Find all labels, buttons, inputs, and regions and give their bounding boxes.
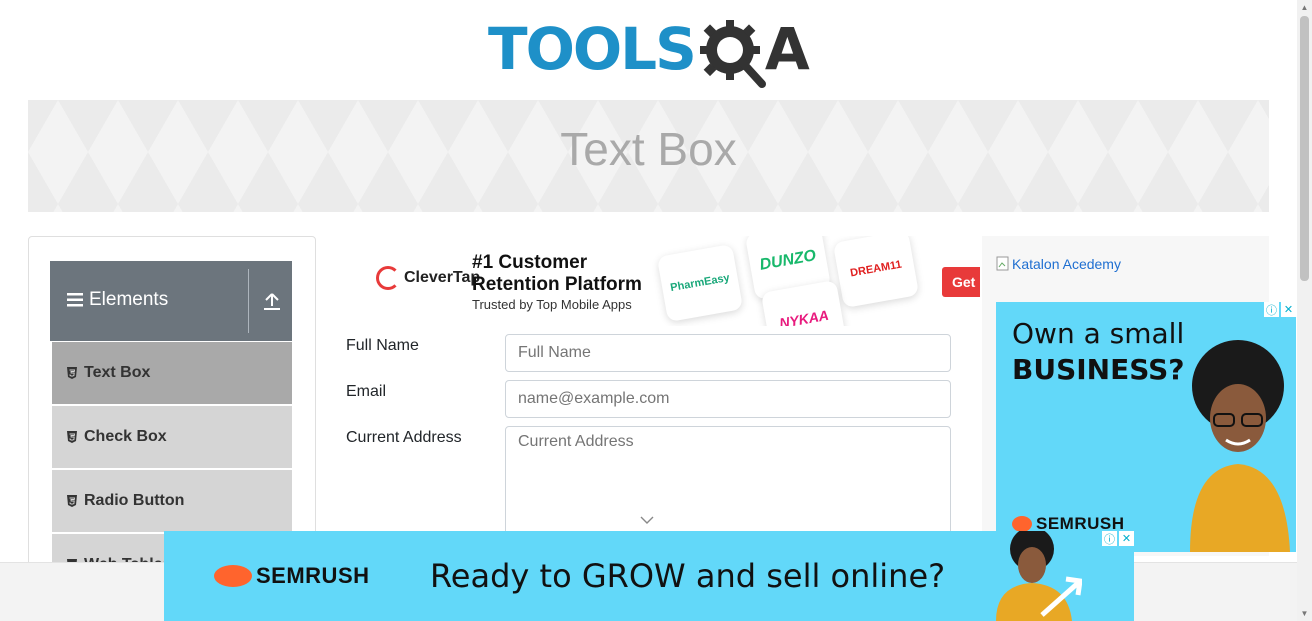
scroll-up-icon[interactable]: ▲ <box>1300 3 1309 12</box>
html5-icon <box>67 367 77 379</box>
info-icon[interactable]: ⓘ <box>1264 302 1279 317</box>
ad-headline: Own a small BUSINESS? <box>1012 317 1185 386</box>
broken-image-icon <box>996 256 1009 271</box>
clevertap-ring-icon <box>376 266 400 290</box>
ad-cta-button[interactable]: Get <box>942 267 980 297</box>
ad-choices[interactable]: ⓘ ✕ <box>1102 531 1134 546</box>
email-input[interactable] <box>505 380 951 418</box>
scroll-down-icon[interactable]: ▼ <box>1300 609 1309 618</box>
page-title: Text Box <box>560 123 737 175</box>
gear-magnifier-icon <box>700 20 766 88</box>
scroll-thumb[interactable] <box>1300 16 1309 281</box>
ad-headline: #1 Customer Retention Platform <box>472 252 642 295</box>
clevertap-logo: CleverTap <box>376 266 480 290</box>
sidebar-item-label: Check Box <box>84 428 167 445</box>
person-illustration <box>1190 340 1290 552</box>
ad-tile: DREAM11 <box>832 236 920 309</box>
elements-group-header[interactable]: Elements <box>50 261 292 341</box>
header-divider <box>248 269 249 333</box>
menu-icon <box>67 293 83 307</box>
close-icon[interactable]: ✕ <box>1119 531 1134 546</box>
email-label: Email <box>346 383 387 400</box>
page-banner: Text Box <box>28 100 1269 212</box>
chevron-down-icon <box>640 516 654 524</box>
current-address-label: Current Address <box>346 429 462 446</box>
sidebar-item-label: Radio Button <box>84 492 185 509</box>
full-name-input[interactable] <box>505 334 951 372</box>
semrush-flame-icon <box>1012 516 1032 532</box>
group-label: Elements <box>89 289 169 310</box>
html5-icon <box>67 431 77 443</box>
info-icon[interactable]: ⓘ <box>1102 531 1117 546</box>
semrush-side-ad[interactable]: Own a small BUSINESS? ⓘ ✕ SEMRUSH <box>996 302 1296 552</box>
full-name-label: Full Name <box>346 337 419 354</box>
collapse-upload-icon[interactable] <box>260 289 284 313</box>
ad-tile: PharmEasy <box>656 243 744 323</box>
semrush-flame-icon <box>214 565 252 587</box>
ad-headline: Ready to GROW and sell online? <box>430 557 946 595</box>
close-icon[interactable]: ✕ <box>1281 302 1296 317</box>
clevertap-ad[interactable]: CleverTap #1 Customer Retention Platform… <box>346 236 980 326</box>
ad-choices[interactable]: ⓘ ✕ <box>1264 302 1296 317</box>
toolsqa-logo[interactable]: TOOLS A <box>488 14 814 94</box>
sidebar-item-text-box[interactable]: Text Box <box>50 341 292 404</box>
person-illustration <box>996 531 1082 621</box>
ad-subline: Trusted by Top Mobile Apps <box>472 297 632 312</box>
sidebar-item-label: Text Box <box>84 364 151 381</box>
sidebar-item-radio-button[interactable]: Radio Button <box>50 469 292 532</box>
html5-icon <box>67 495 77 507</box>
katalon-ad-link[interactable]: Katalon Acedemy <box>996 256 1121 272</box>
vertical-scrollbar[interactable]: ▲ ▼ <box>1297 0 1312 621</box>
semrush-logo: SEMRUSH <box>214 563 370 589</box>
sidebar-item-check-box[interactable]: Check Box <box>50 405 292 468</box>
current-address-textarea[interactable] <box>505 426 951 546</box>
semrush-bottom-ad[interactable]: SEMRUSH Ready to GROW and sell online? ⓘ… <box>164 531 1134 621</box>
